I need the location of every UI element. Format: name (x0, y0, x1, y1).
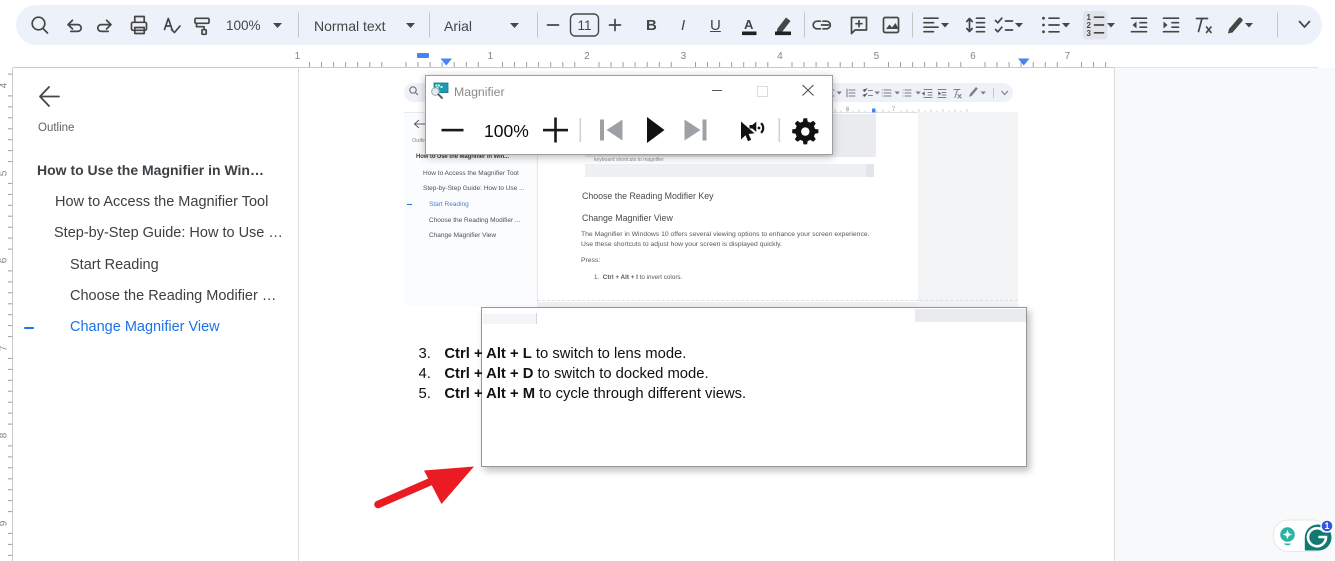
svg-text:1: 1 (1324, 521, 1329, 531)
svg-text:6: 6 (846, 107, 850, 113)
svg-text:7: 7 (892, 107, 896, 113)
